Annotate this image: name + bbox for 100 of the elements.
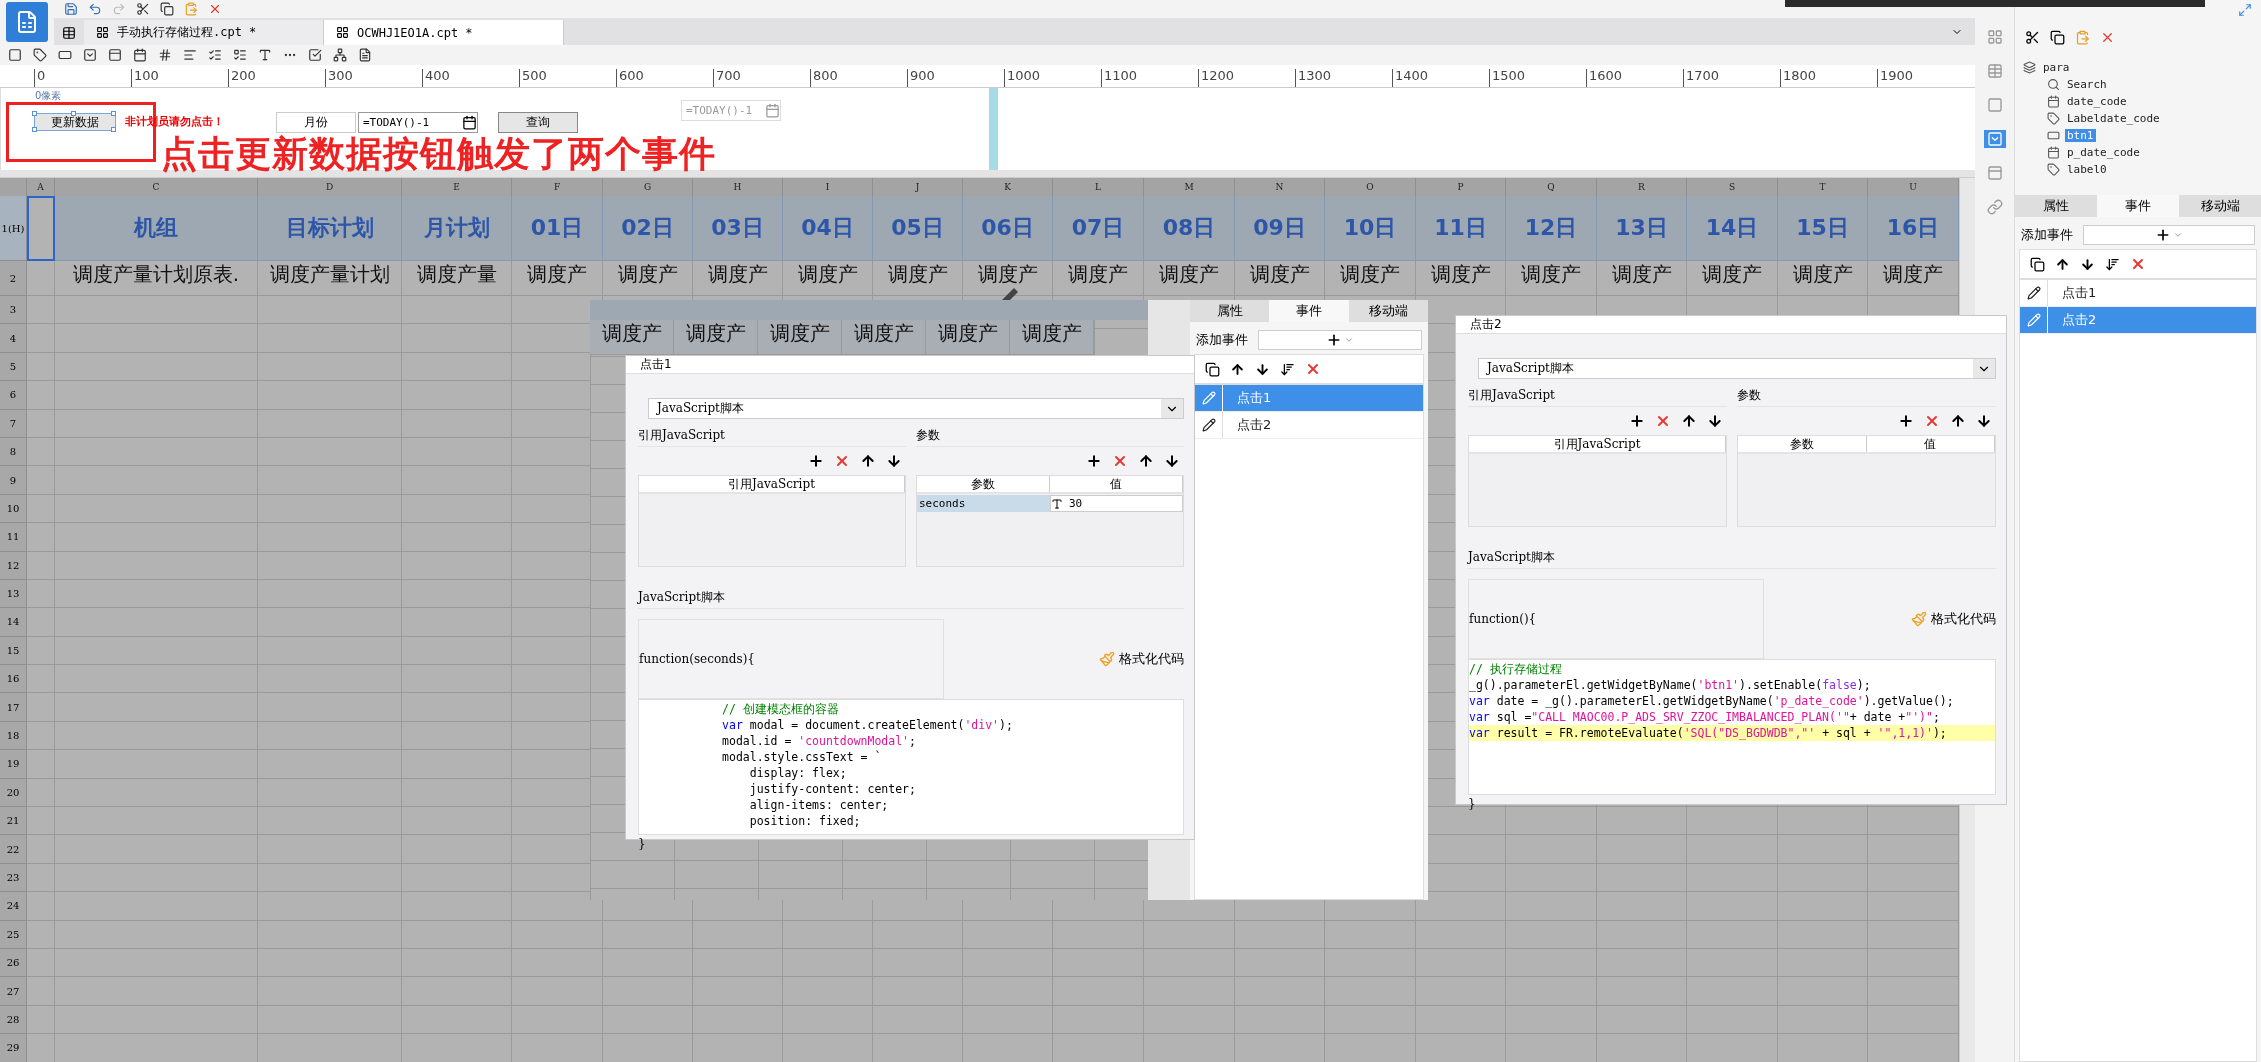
widget-tool-icon[interactable] [258,48,272,62]
delete-icon[interactable] [208,2,222,16]
pencil-icon [1201,418,1216,432]
move-up-icon[interactable] [860,453,876,469]
tree-item[interactable]: date_code [2015,93,2261,110]
widget-tool-icon[interactable] [33,48,47,62]
script-type-select[interactable]: JavaScript脚本 [648,398,1184,419]
format-code-button[interactable]: 格式化代码 [1099,650,1184,668]
event-item[interactable]: 点击1 [2020,280,2256,307]
widget-tool-icon[interactable] [333,48,347,62]
copy-icon[interactable] [2050,30,2065,45]
widget-tool-icon[interactable] [158,48,172,62]
format-code-button[interactable]: 格式化代码 [1911,610,1996,628]
cut-icon[interactable] [136,2,150,16]
row-number: 21 [0,807,27,836]
widget-tool-icon[interactable] [233,48,247,62]
move-bottom-icon[interactable] [2105,256,2120,272]
file-tab[interactable]: 手动执行存储过程.cpt * [84,20,324,45]
move-up-icon[interactable] [1230,361,1245,377]
delete-icon[interactable] [2130,256,2146,272]
ruler-label: 1800 [1780,69,1877,87]
widget-tool-icon[interactable] [108,48,122,62]
widget-tool-icon[interactable] [133,48,147,62]
column-header: 参数 [917,476,1050,492]
move-down-icon[interactable] [1707,413,1723,429]
move-up-icon[interactable] [2055,256,2070,272]
move-down-icon[interactable] [2080,256,2095,272]
widget-tool-icon[interactable] [183,48,197,62]
add-icon[interactable] [1629,413,1645,429]
delete-icon[interactable] [1305,361,1321,377]
side-tool-icon[interactable] [1983,130,2006,148]
size-hint: 0像素 [35,89,62,103]
value-field[interactable]: 30 [1050,495,1183,512]
ruler-label: 500 [519,69,616,87]
selected-cell[interactable] [27,196,55,261]
widget-tool-icon[interactable] [308,48,322,62]
widget-tool-icon[interactable] [358,48,372,62]
widget-tool-icon[interactable] [58,48,72,62]
script-type-select[interactable]: JavaScript脚本 [1478,358,1996,379]
panel-tab[interactable]: 属性 [1190,300,1270,322]
move-bottom-icon[interactable] [1280,361,1295,377]
section-label: 引用JavaScript [638,423,906,447]
table-cell: 调度产 [926,320,1010,355]
widget-icon [2023,61,2036,74]
undo-icon[interactable] [88,2,102,16]
form-button[interactable]: 更新数据 [34,113,116,131]
code-line: position: fixed; [748,813,862,829]
panel-tab[interactable]: 属性 [2015,195,2097,217]
delete-icon[interactable] [834,453,850,469]
empty-cell[interactable] [27,261,55,296]
widget-tool-icon[interactable] [83,48,97,62]
panel-tab[interactable]: 移动端 [1348,300,1428,322]
move-up-icon[interactable] [1681,413,1697,429]
tree-item[interactable]: p_date_code [2015,144,2261,161]
app-logo-icon[interactable] [6,2,48,42]
tree-item[interactable]: Search [2015,76,2261,93]
header-cell: 02日 [603,196,693,261]
ruler-label: 1900 [1877,69,1974,87]
widget-tool-icon[interactable] [8,48,22,62]
add-icon[interactable] [808,453,824,469]
move-down-icon[interactable] [1164,453,1180,469]
delete-icon[interactable] [2100,30,2115,45]
file-tab[interactable]: OCWHJ1EO1A.cpt * [324,20,564,45]
expand-icon[interactable] [2238,3,2252,17]
add-icon[interactable] [1898,413,1914,429]
move-up-icon[interactable] [1138,453,1154,469]
table-cell: 调度产 [693,261,783,296]
widget-tool-icon[interactable] [208,48,222,62]
table-cell: 调度产 [1235,261,1325,296]
copy-icon[interactable] [1205,361,1220,377]
cut-icon[interactable] [2025,30,2040,45]
date-field[interactable]: =TODAY()-1 [358,112,478,133]
delete-icon[interactable] [1655,413,1671,429]
add-icon[interactable] [1086,453,1102,469]
delete-icon[interactable] [1112,453,1128,469]
calendar-icon [462,115,477,130]
code-line: align-items: center; [748,797,890,813]
column-letter: M [1144,178,1235,196]
tree-item[interactable]: para [2015,59,2261,76]
move-down-icon[interactable] [886,453,902,469]
tree-item[interactable]: label0 [2015,161,2261,178]
sheet-icon[interactable] [62,26,76,40]
table-cell: 调度产 [1597,261,1687,296]
delete-icon[interactable] [1924,413,1940,429]
move-up-icon[interactable] [1950,413,1966,429]
form-button[interactable]: 查询 [498,112,578,133]
move-down-icon[interactable] [1255,361,1270,377]
tree-item[interactable]: Labeldate_code [2015,110,2261,127]
code-editor[interactable] [1468,659,1996,795]
copy-icon[interactable] [160,2,174,16]
ruler-label: 400 [422,69,519,87]
copy-icon[interactable] [2030,256,2045,272]
dialog-title: 点击2 [1456,316,2006,334]
event-item[interactable]: 点击2 [1195,412,1423,439]
save-icon[interactable] [64,2,78,16]
row-number: 4 [0,324,27,353]
code-editor[interactable]: // 创建模态框的容器 var modal = document.createElement('div'); modal.id = 'countdownModal'; modal.style.cssText = ` display: flex; justify-content: center; align-items: center; position: fixed; [638,699,1184,835]
panel-tab[interactable]: 移动端 [2179,195,2261,217]
code-closing: } [638,836,647,853]
move-down-icon[interactable] [1976,413,1992,429]
